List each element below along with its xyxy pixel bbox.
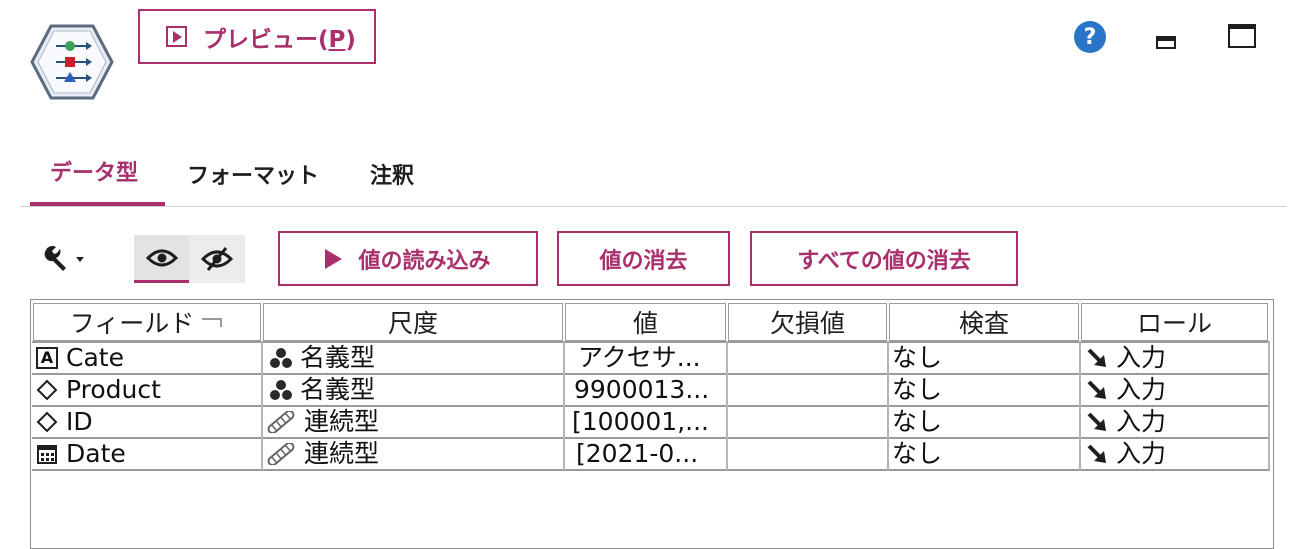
role-cell[interactable]: 入力 <box>1086 439 1166 469</box>
column-header-role[interactable]: ロール <box>1081 303 1268 341</box>
tab-format[interactable]: フォーマット <box>187 158 319 190</box>
wrench-icon <box>44 245 84 271</box>
clear-all-values-button[interactable]: すべての値の消去 <box>750 231 1018 286</box>
play-icon <box>166 26 187 47</box>
row-divider <box>32 469 1270 471</box>
check-cell[interactable]: なし <box>892 407 942 437</box>
type-node-icon <box>30 24 114 100</box>
calendar-type-icon <box>37 445 57 464</box>
values-cell[interactable]: アクセサ... <box>578 343 701 373</box>
table-row[interactable]: ID 連続型 [100001,... なし 入力 <box>32 407 1270 437</box>
maximize-icon[interactable] <box>1228 24 1256 48</box>
input-arrow-icon <box>1087 380 1106 399</box>
tab-data-type[interactable]: データ型 <box>50 155 138 187</box>
field-cell: ID <box>36 407 93 437</box>
diamond-type-icon <box>36 411 58 433</box>
check-cell[interactable]: なし <box>892 343 942 373</box>
help-icon[interactable]: ? <box>1074 21 1106 53</box>
string-type-icon: A <box>36 347 58 369</box>
eye-icon <box>145 249 178 266</box>
role-cell[interactable]: 入力 <box>1086 343 1166 373</box>
continuous-icon <box>267 411 295 433</box>
column-header-values[interactable]: 値 <box>565 303 726 341</box>
table-row[interactable]: Date 連続型 [2021-0... なし 入力 <box>32 439 1270 469</box>
input-arrow-icon <box>1087 412 1106 431</box>
hide-fields-toggle[interactable] <box>189 235 245 283</box>
role-cell[interactable]: 入力 <box>1086 375 1166 405</box>
nominal-icon <box>270 348 292 368</box>
measure-cell[interactable]: 名義型 <box>270 343 375 373</box>
preview-label: プレビュー(P) <box>203 26 356 53</box>
table-row[interactable]: Product 名義型 9900013... なし 入力 <box>32 375 1270 405</box>
field-cell: Product <box>36 375 161 405</box>
measure-cell[interactable]: 連続型 <box>266 439 379 469</box>
table-row[interactable]: A Cate 名義型 アクセサ... なし 入力 <box>32 343 1270 373</box>
column-header-missing[interactable]: 欠損値 <box>728 303 887 341</box>
role-cell[interactable]: 入力 <box>1086 407 1166 437</box>
column-header-measure[interactable]: 尺度 <box>263 303 563 341</box>
measure-cell[interactable]: 名義型 <box>270 375 375 405</box>
tab-annotations[interactable]: 注釈 <box>370 158 414 190</box>
values-cell[interactable]: [100001,... <box>572 407 709 437</box>
measure-cell[interactable]: 連続型 <box>266 407 379 437</box>
values-cell[interactable]: [2021-0... <box>576 439 698 469</box>
column-header-field[interactable]: フィールド <box>33 303 261 341</box>
column-header-check[interactable]: 検査 <box>889 303 1079 341</box>
input-arrow-icon <box>1087 348 1106 367</box>
input-arrow-icon <box>1087 444 1106 463</box>
minimize-icon[interactable] <box>1156 36 1176 49</box>
play-icon <box>325 248 343 269</box>
sort-icon <box>202 318 223 327</box>
read-values-button[interactable]: 値の読み込み <box>278 231 538 286</box>
tab-divider <box>20 206 1286 207</box>
values-cell[interactable]: 9900013... <box>574 375 709 405</box>
check-cell[interactable]: なし <box>892 375 942 405</box>
nominal-icon <box>270 380 292 400</box>
field-cell: A Cate <box>36 343 124 373</box>
continuous-icon <box>267 443 295 465</box>
field-cell: Date <box>36 439 126 469</box>
show-fields-toggle[interactable] <box>134 235 189 283</box>
tools-menu-button[interactable] <box>42 241 92 275</box>
chevron-down-icon <box>76 257 84 262</box>
eye-slash-icon <box>200 247 234 271</box>
diamond-type-icon <box>36 379 58 401</box>
check-cell[interactable]: なし <box>892 439 942 469</box>
preview-button[interactable]: プレビュー(P) <box>138 9 376 64</box>
clear-values-button[interactable]: 値の消去 <box>557 231 730 286</box>
